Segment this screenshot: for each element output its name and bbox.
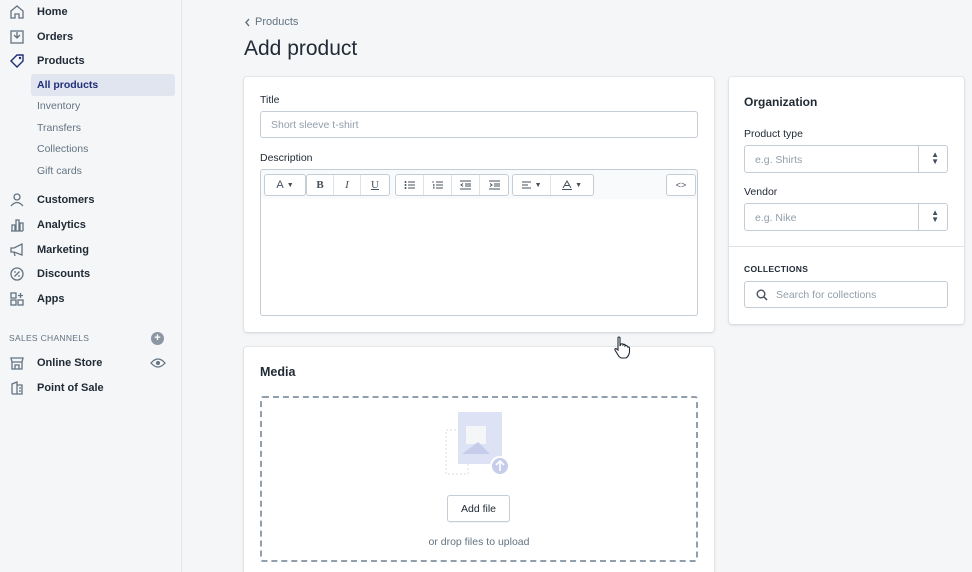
- add-file-button[interactable]: Add file: [447, 495, 510, 522]
- rich-text-toolbar: A ▼ B I U ▼ ▼ <>: [260, 169, 698, 200]
- caret-down-icon: ▼: [534, 181, 542, 189]
- bullet-list-icon: [404, 181, 415, 189]
- nav-analytics[interactable]: Analytics: [0, 214, 182, 236]
- collections-search-input[interactable]: Search for collections: [744, 281, 948, 308]
- sales-channels-heading: SALES CHANNELS: [9, 333, 90, 343]
- description-editor[interactable]: [260, 199, 698, 316]
- text-color-dropdown[interactable]: ▼: [551, 175, 593, 195]
- text-color-icon: [562, 180, 572, 190]
- page-title: Add product: [244, 37, 358, 60]
- product-type-placeholder: e.g. Shirts: [755, 154, 803, 166]
- code-view-group: <>: [666, 174, 696, 196]
- bar-chart-icon: [8, 216, 26, 234]
- bullet-list-button[interactable]: [396, 175, 424, 195]
- nav-products-label: Products: [37, 55, 85, 67]
- format-group: B I U: [306, 174, 390, 196]
- nav-apps[interactable]: Apps: [0, 288, 182, 310]
- chevron-left-icon: [245, 18, 250, 26]
- nav-point-of-sale[interactable]: Point of Sale: [0, 377, 182, 399]
- discount-icon: [8, 265, 26, 283]
- font-button-label: A: [276, 179, 284, 191]
- align-color-group: ▼ ▼: [512, 174, 594, 196]
- font-dropdown[interactable]: A ▼: [264, 174, 306, 196]
- nav-point-of-sale-label: Point of Sale: [37, 382, 104, 394]
- align-left-icon: [521, 180, 531, 189]
- numbered-list-button[interactable]: [424, 175, 452, 195]
- nav-apps-label: Apps: [37, 293, 65, 305]
- nav-online-store-label: Online Store: [37, 357, 103, 369]
- nav-discounts[interactable]: Discounts: [0, 263, 182, 285]
- organization-divider: [729, 246, 964, 247]
- nav-discounts-label: Discounts: [37, 268, 91, 280]
- vendor-label: Vendor: [744, 186, 778, 198]
- collections-search-placeholder: Search for collections: [776, 289, 877, 301]
- subnav-collections[interactable]: Collections: [31, 138, 175, 160]
- show-html-button[interactable]: <>: [667, 175, 695, 195]
- vendor-select[interactable]: e.g. Nike ▲ ▼: [744, 203, 948, 231]
- nav-products[interactable]: Products: [0, 50, 182, 72]
- list-indent-group: [395, 174, 509, 196]
- italic-button[interactable]: I: [334, 175, 361, 195]
- home-icon: [8, 3, 26, 21]
- nav-analytics-label: Analytics: [37, 219, 86, 231]
- title-label: Title: [260, 94, 280, 106]
- vendor-placeholder: e.g. Nike: [755, 212, 797, 224]
- nav-home-label: Home: [37, 6, 68, 18]
- nav-orders-label: Orders: [37, 31, 74, 43]
- organization-title: Organization: [744, 95, 818, 109]
- product-type-label: Product type: [744, 128, 803, 140]
- collections-heading: COLLECTIONS: [744, 264, 809, 274]
- underline-button[interactable]: U: [361, 175, 389, 195]
- breadcrumb-label: Products: [255, 16, 299, 28]
- description-label: Description: [260, 152, 313, 164]
- select-arrows-icon: ▲ ▼: [931, 208, 939, 224]
- subnav-all-products[interactable]: All products: [31, 74, 175, 96]
- numbered-list-icon: [432, 181, 443, 189]
- select-arrows-icon: ▲ ▼: [931, 150, 939, 166]
- search-icon: [756, 289, 768, 301]
- align-dropdown[interactable]: ▼: [513, 175, 551, 195]
- caret-down-icon: ▼: [286, 181, 294, 189]
- nav-marketing[interactable]: Marketing: [0, 239, 182, 261]
- nav-home[interactable]: Home: [0, 1, 182, 23]
- bold-button[interactable]: B: [307, 175, 334, 195]
- upload-illustration-icon: [445, 412, 510, 476]
- sidebar: Home Orders Products All products Invent…: [0, 0, 182, 572]
- product-type-select[interactable]: e.g. Shirts ▲ ▼: [744, 145, 948, 173]
- megaphone-icon: [8, 241, 26, 259]
- caret-down-icon: ▼: [575, 181, 582, 189]
- subnav-gift-cards[interactable]: Gift cards: [31, 160, 175, 182]
- indent-icon: [488, 180, 500, 190]
- nav-marketing-label: Marketing: [37, 244, 89, 256]
- nav-customers[interactable]: Customers: [0, 189, 182, 211]
- pos-icon: [8, 379, 26, 397]
- store-icon: [8, 354, 26, 372]
- subnav-inventory[interactable]: Inventory: [31, 95, 175, 117]
- breadcrumb-back-link[interactable]: Products: [244, 16, 298, 28]
- tag-icon: [8, 52, 26, 70]
- person-icon: [8, 191, 26, 209]
- outdent-icon: [460, 180, 471, 190]
- apps-icon: [8, 290, 26, 308]
- hand-cursor-icon: [614, 336, 631, 359]
- nav-customers-label: Customers: [37, 194, 95, 206]
- nav-orders[interactable]: Orders: [0, 26, 182, 48]
- drop-files-hint: or drop files to upload: [428, 536, 530, 548]
- subnav-transfers[interactable]: Transfers: [31, 117, 175, 139]
- eye-icon[interactable]: [150, 357, 166, 369]
- title-input[interactable]: Short sleeve t-shirt: [260, 111, 698, 138]
- add-sales-channel-icon[interactable]: +: [151, 332, 164, 345]
- media-title: Media: [260, 365, 296, 379]
- indent-button[interactable]: [480, 175, 508, 195]
- orders-icon: [8, 28, 26, 46]
- outdent-button[interactable]: [452, 175, 480, 195]
